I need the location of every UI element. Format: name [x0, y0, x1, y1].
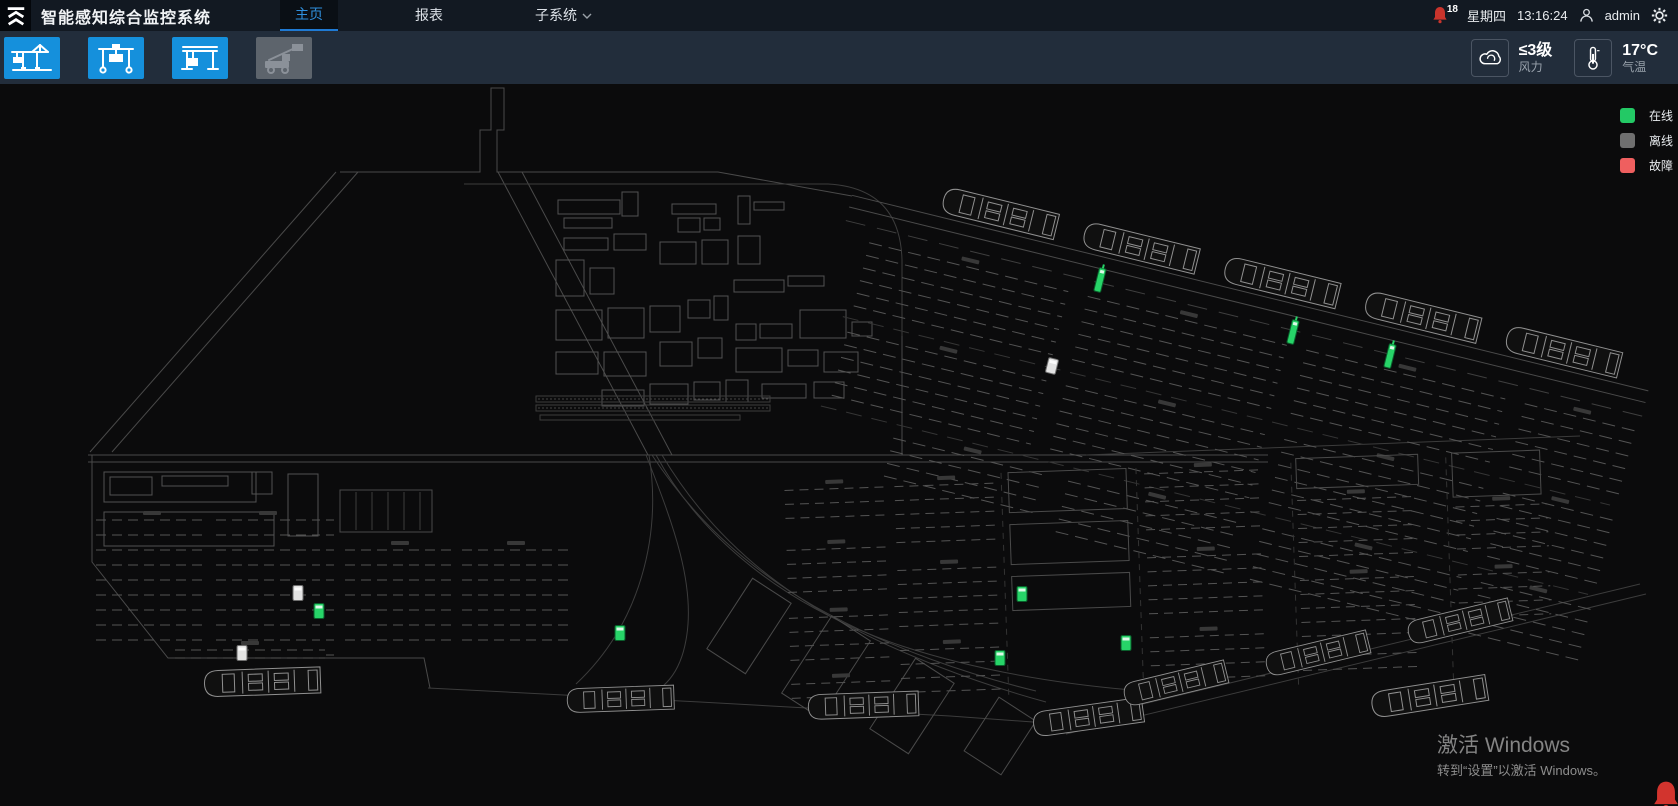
app-root: 智能感知综合监控系统 主页 报表 子系统 18 [0, 0, 1678, 806]
rtg-crane-icon [94, 42, 138, 74]
equipment-marker[interactable] [1017, 587, 1027, 602]
docked-ships-south [204, 598, 1513, 737]
rmg-crane-icon [178, 42, 222, 74]
corner-alarm-button[interactable] [1649, 778, 1678, 806]
weather-panel: ≤3级 风力 17°C 气温 [1471, 31, 1658, 84]
ship [1406, 598, 1513, 645]
legend-offline-label: 离线 [1649, 132, 1673, 149]
user-icon [1579, 8, 1594, 23]
rtg-crane-button[interactable] [88, 37, 144, 79]
thermometer-icon [1580, 45, 1606, 71]
equipment-marker[interactable] [293, 586, 303, 601]
container-rows-left-yard [96, 511, 570, 658]
ship [1264, 630, 1371, 677]
equipment-marker[interactable] [1045, 358, 1058, 375]
logo-icon [5, 5, 27, 27]
main-tabs: 主页 报表 子系统 [280, 0, 607, 31]
tab-reports[interactable]: 报表 [400, 0, 458, 31]
notification-count-badge: 18 [1447, 4, 1458, 15]
ship [1122, 660, 1229, 707]
equipment-marker[interactable] [995, 651, 1005, 666]
tab-home-label: 主页 [295, 0, 323, 29]
ship [1032, 697, 1145, 737]
quay-crane-icon [10, 42, 54, 74]
port-map[interactable] [0, 84, 1678, 806]
quay-crane-button[interactable] [4, 37, 60, 79]
ship [1370, 675, 1489, 719]
equipment-marker[interactable] [1384, 340, 1398, 369]
chevron-down-icon [582, 13, 592, 19]
ship [567, 685, 674, 713]
tab-subsystems-label: 子系统 [535, 0, 577, 31]
rail-strips [536, 396, 770, 420]
rail-curves [576, 455, 1132, 702]
temperature-value: 17°C [1622, 42, 1658, 60]
bell-icon [1432, 5, 1448, 24]
temperature-icon-box [1574, 39, 1612, 77]
username-text[interactable]: admin [1605, 8, 1640, 23]
port-map-area: 在线 离线 故障 激活 Windows 转到“设置”以激活 Windows。 [0, 84, 1678, 806]
online-swatch [1620, 108, 1635, 123]
offline-swatch [1620, 133, 1635, 148]
wind-value: ≤3级 [1519, 42, 1553, 60]
reach-stacker-icon [262, 42, 306, 74]
wind-widget: ≤3级 风力 [1471, 39, 1553, 77]
equipment-filter-buttons [0, 37, 312, 79]
status-legend: 在线 离线 故障 [1620, 108, 1673, 173]
wind-icon-box [1471, 39, 1509, 77]
ship [204, 667, 321, 697]
tab-home[interactable]: 主页 [280, 0, 338, 31]
wind-label: 风力 [1519, 60, 1553, 74]
equipment-marker[interactable] [314, 604, 324, 619]
top-navbar: 智能感知综合监控系统 主页 报表 子系统 18 [0, 0, 1678, 31]
page-title: 智能感知综合监控系统 [41, 4, 211, 28]
temperature-widget: 17°C 气温 [1574, 39, 1658, 77]
settings-button[interactable] [1651, 7, 1668, 24]
ship [808, 691, 919, 720]
equipment-marker[interactable] [237, 646, 247, 661]
fault-swatch [1620, 158, 1635, 173]
app-logo [0, 0, 31, 31]
cloud-wind-icon [1477, 45, 1503, 71]
map-buildings [104, 192, 872, 546]
temperature-label: 气温 [1622, 60, 1658, 74]
reach-stacker-button[interactable] [256, 37, 312, 79]
warehouses [707, 578, 1036, 775]
navbar-right: 18 星期四 13:16:24 admin [1432, 0, 1668, 31]
legend-item-offline: 离线 [1620, 133, 1673, 148]
docked-ships-north [941, 187, 1623, 378]
notifications-button[interactable]: 18 [1432, 5, 1456, 27]
equipment-toolbar: ≤3级 风力 17°C 气温 [0, 31, 1678, 84]
weekday-text: 星期四 [1467, 6, 1506, 25]
equipment-marker[interactable] [1287, 316, 1301, 345]
legend-fault-label: 故障 [1649, 157, 1673, 174]
tab-reports-label: 报表 [415, 0, 443, 31]
legend-item-online: 在线 [1620, 108, 1673, 123]
gear-icon [1651, 7, 1668, 24]
equipment-marker[interactable] [1121, 636, 1131, 651]
alarm-bell-icon [1649, 778, 1678, 806]
container-rows-right-yard [784, 450, 1553, 702]
tab-subsystems[interactable]: 子系统 [520, 0, 607, 31]
clock-text: 13:16:24 [1517, 8, 1568, 23]
legend-item-fault: 故障 [1620, 158, 1673, 173]
equipment-marker[interactable] [615, 626, 625, 641]
rmg-crane-button[interactable] [172, 37, 228, 79]
garage-building [340, 490, 432, 532]
container-rows-diagonal [813, 234, 1639, 660]
legend-online-label: 在线 [1649, 107, 1673, 124]
